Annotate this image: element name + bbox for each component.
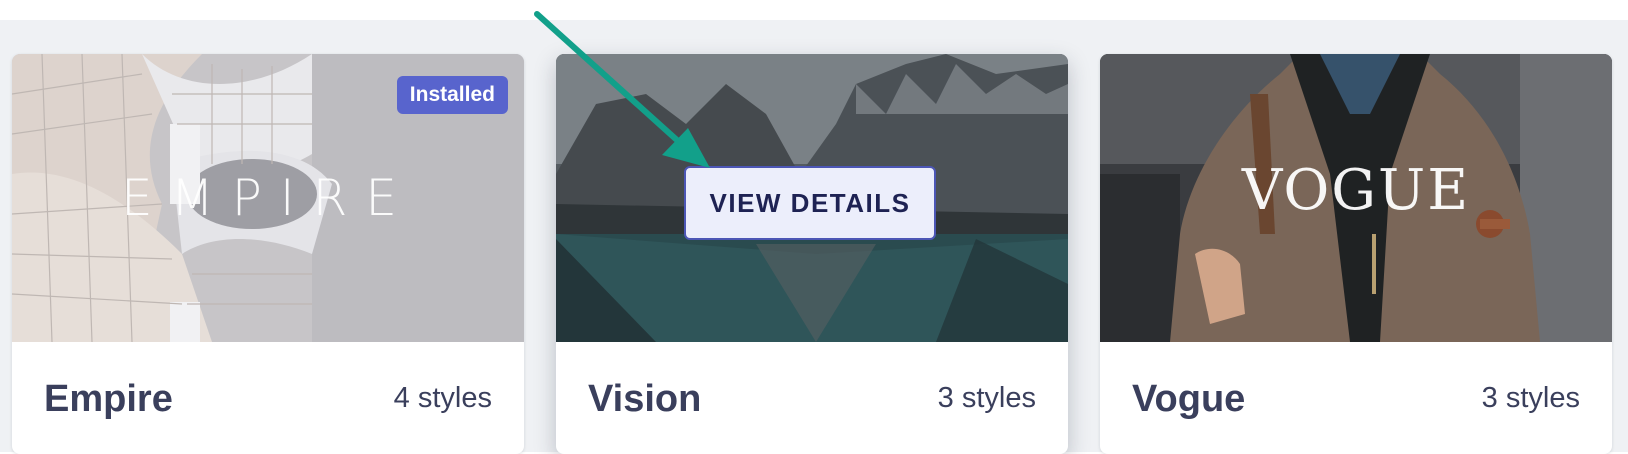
theme-name: Empire <box>44 378 173 420</box>
view-details-button[interactable]: VIEW DETAILS <box>684 166 936 240</box>
theme-card-footer: Empire 4 styles <box>12 342 524 454</box>
theme-style-count: 3 styles <box>1481 382 1580 414</box>
theme-card-vision[interactable]: VIEW DETAILS Vision 3 styles <box>556 54 1068 454</box>
theme-card-vogue[interactable]: VOGUE Vogue 3 styles <box>1100 54 1612 454</box>
theme-card-empire[interactable]: EMPIRE Installed Empire 4 styles <box>12 54 524 454</box>
theme-style-count: 3 styles <box>937 382 1036 414</box>
vogue-thumbnail-title: VOGUE <box>1241 158 1471 223</box>
theme-card-footer: Vogue 3 styles <box>1100 342 1612 454</box>
theme-thumbnail-vision[interactable]: VIEW DETAILS <box>556 54 1068 342</box>
theme-thumbnail-empire[interactable]: EMPIRE Installed <box>12 54 524 342</box>
theme-style-count: 4 styles <box>393 382 492 414</box>
theme-name: Vision <box>588 378 702 420</box>
theme-thumbnail-vogue[interactable]: VOGUE <box>1100 54 1612 342</box>
theme-name: Vogue <box>1132 378 1246 420</box>
theme-card-footer: Vision 3 styles <box>556 342 1068 454</box>
installed-badge: Installed <box>396 76 508 114</box>
theme-gallery: EMPIRE Installed Empire 4 styles VIEW DE… <box>0 20 1628 454</box>
